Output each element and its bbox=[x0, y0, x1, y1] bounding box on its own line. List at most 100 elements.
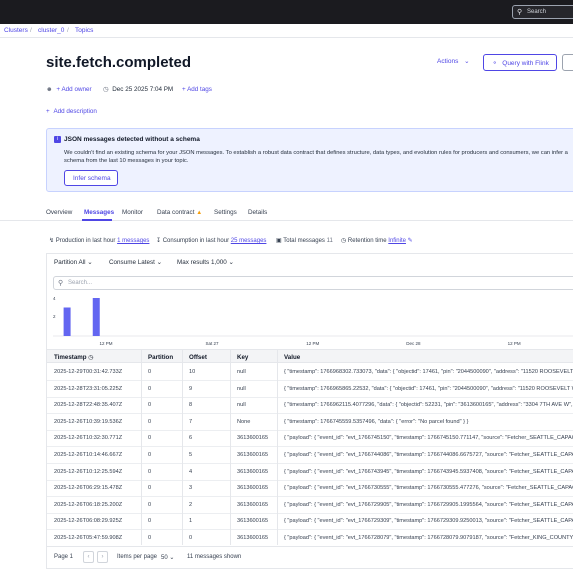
chart-bar[interactable] bbox=[63, 307, 71, 337]
next-page-button[interactable]: › bbox=[97, 551, 108, 563]
cell-offset: 7 bbox=[189, 418, 193, 425]
created-date: ◷ Dec 25 2025 7:04 PM bbox=[103, 86, 173, 93]
add-tags-button[interactable]: + Add tags bbox=[182, 86, 212, 93]
cell-timestamp: 2025-12-26T10:12:25.594Z bbox=[54, 468, 123, 475]
more-button[interactable] bbox=[562, 54, 573, 71]
created-date-label: Dec 25 2025 7:04 PM bbox=[112, 86, 174, 93]
cell-value: { "timestamp": 1766965865.22532, "data":… bbox=[284, 385, 573, 392]
column-value[interactable]: Value bbox=[284, 354, 300, 361]
tab-settings[interactable]: Settings bbox=[214, 209, 237, 216]
retention-link[interactable]: Infinite bbox=[388, 238, 406, 244]
table-row[interactable]: 2025-12-26T10:12:25.594Z 0 4 3613600165 { "p… bbox=[47, 463, 573, 481]
prev-page-button[interactable]: ‹ bbox=[83, 551, 94, 563]
cell-timestamp: 2025-12-26T10:14:46.667Z bbox=[54, 452, 123, 458]
search-icon: ⚲ bbox=[58, 280, 64, 287]
table-row[interactable]: 2025-12-28T22:48:35.407Z 0 8 null { "timesta… bbox=[47, 396, 573, 415]
user-icon: ☻ bbox=[46, 86, 53, 93]
actions-button[interactable]: Actions ⌄ bbox=[437, 57, 470, 65]
cell-offset: 4 bbox=[189, 468, 193, 475]
cell-offset: 2 bbox=[189, 501, 193, 508]
consume-filter[interactable]: Consume Latest ⌄ bbox=[109, 259, 162, 266]
table-row[interactable]: 2025-12-26T06:29:15.478Z 0 3 3613600165 { "p… bbox=[47, 479, 573, 498]
breadcrumb-clusters[interactable]: Clusters bbox=[4, 27, 28, 34]
tab-data-contract[interactable]: Data contract ▲ bbox=[157, 209, 202, 216]
cell-key: 3613600165 bbox=[237, 518, 269, 525]
global-search-placeholder: Search bbox=[527, 9, 547, 15]
global-search-input[interactable]: ⚲ Search bbox=[512, 5, 573, 19]
table-row[interactable]: 2025-12-29T00:31:42.733Z 0 10 null { "timest… bbox=[47, 363, 573, 381]
cell-key: 3613600165 bbox=[237, 452, 269, 458]
cell-offset: 6 bbox=[189, 435, 193, 442]
tab-monitor[interactable]: Monitor bbox=[122, 209, 143, 216]
table-row[interactable]: 2025-12-28T23:31:05.225Z 0 9 null { "timesta… bbox=[47, 380, 573, 398]
cell-value: { "timestamp": 1766745559.5357496, "data… bbox=[284, 418, 469, 425]
cell-partition: 0 bbox=[148, 385, 152, 392]
actions-label: Actions bbox=[437, 58, 459, 65]
table-row[interactable]: 2025-12-26T06:08:29.925Z 0 1 3613600165 { "p… bbox=[47, 512, 573, 531]
column-partition[interactable]: Partition bbox=[148, 354, 173, 361]
table-row[interactable]: 2025-12-26T05:47:59.908Z 0 0 3613600165 { "p… bbox=[47, 529, 573, 547]
add-description-button[interactable]: + Add description bbox=[46, 108, 97, 115]
cell-key: null bbox=[237, 402, 246, 409]
cell-key: null bbox=[237, 369, 246, 375]
column-offset[interactable]: Offset bbox=[189, 354, 207, 361]
cell-timestamp: 2025-12-26T06:18:25.200Z bbox=[54, 501, 123, 508]
tab-details[interactable]: Details bbox=[248, 209, 267, 216]
column-key[interactable]: Key bbox=[237, 354, 248, 361]
chevron-down-icon: ⌄ bbox=[87, 259, 93, 266]
table-row[interactable]: 2025-12-26T06:18:25.200Z 0 2 3613600165 { "p… bbox=[47, 496, 573, 514]
active-tab-indicator bbox=[82, 219, 112, 221]
cell-value: { "payload": { "event_id": "evt_17667451… bbox=[284, 435, 573, 442]
table-header: Timestamp ◷ Partition Offset Key Value bbox=[47, 349, 573, 363]
add-owner-button[interactable]: ☻ + Add owner bbox=[46, 86, 92, 93]
plus-icon: + bbox=[46, 108, 50, 115]
production-icon: ↯ bbox=[49, 238, 55, 244]
consumption-link[interactable]: 25 messages bbox=[231, 238, 267, 244]
retention-stat: ◷ Retention time Infinite ✎ bbox=[341, 237, 413, 244]
messages-icon: ▣ bbox=[276, 238, 282, 244]
message-search-input[interactable]: ⚲ Search... bbox=[53, 276, 573, 290]
chevron-down-icon: ⌄ bbox=[228, 259, 234, 266]
infer-schema-button[interactable]: Infer schema bbox=[64, 170, 118, 186]
cell-value: { "payload": { "event_id": "evt_17667439… bbox=[284, 468, 573, 475]
messages-panel: Partition All ⌄ Consume Latest ⌄ Max res… bbox=[46, 253, 573, 569]
cell-partition: 0 bbox=[148, 518, 152, 525]
cell-partition: 0 bbox=[148, 452, 152, 458]
search-icon: ⚲ bbox=[517, 9, 523, 16]
max-results-filter[interactable]: Max results 1,000 ⌄ bbox=[177, 259, 234, 266]
warning-icon: ▲ bbox=[196, 210, 203, 216]
flink-icon: ⚬ bbox=[492, 60, 498, 67]
chart-bar[interactable] bbox=[92, 298, 100, 336]
x-tick-label: Sat 27 bbox=[205, 341, 219, 346]
cell-key: None bbox=[237, 418, 251, 425]
items-per-page-select[interactable]: 50 ⌄ bbox=[161, 554, 174, 561]
breadcrumb-separator: / bbox=[67, 27, 69, 34]
table-row[interactable]: 2025-12-26T10:14:46.667Z 0 5 3613600165 { "p… bbox=[47, 446, 573, 464]
items-per-page-value: 50 bbox=[161, 555, 168, 561]
table-row[interactable]: 2025-12-26T10:39:19.536Z 0 7 None { "timesta… bbox=[47, 413, 573, 431]
consume-value: Latest bbox=[137, 259, 155, 266]
column-divider bbox=[277, 349, 278, 545]
query-with-flink-button[interactable]: ⚬ Query with Flink bbox=[483, 54, 557, 71]
plus-icon: + bbox=[56, 86, 61, 93]
partition-filter[interactable]: Partition All ⌄ bbox=[54, 259, 93, 266]
total-messages-value: 11 bbox=[326, 238, 333, 244]
production-link[interactable]: 1 messages bbox=[117, 238, 149, 244]
cell-timestamp: 2025-12-28T23:31:05.225Z bbox=[54, 385, 123, 392]
cell-value: { "payload": { "event_id": "evt_17667440… bbox=[284, 452, 573, 458]
edit-icon[interactable]: ✎ bbox=[408, 238, 413, 244]
breadcrumb-cluster[interactable]: cluster_0 bbox=[38, 27, 64, 34]
cell-key: 3613600165 bbox=[237, 535, 269, 541]
top-bar: ⚲ Search bbox=[0, 0, 573, 24]
cell-timestamp: 2025-12-26T05:47:59.908Z bbox=[54, 535, 123, 541]
tab-messages[interactable]: Messages bbox=[84, 209, 114, 216]
column-timestamp[interactable]: Timestamp ◷ bbox=[54, 354, 94, 361]
messages-chart: 4 2 12 PM Sat 27 12 PM Dec 28 12 PM bbox=[53, 296, 573, 346]
table-row[interactable]: 2025-12-26T10:32:30.771Z 0 6 3613600165 { "p… bbox=[47, 429, 573, 448]
x-tick-label: 12 PM bbox=[306, 341, 319, 346]
breadcrumb-topics[interactable]: Topics bbox=[75, 27, 93, 34]
tab-overview[interactable]: Overview bbox=[46, 209, 72, 216]
info-icon: i bbox=[54, 136, 61, 143]
cell-value: { "payload": { "event_id": "evt_17667293… bbox=[284, 518, 573, 525]
schema-banner: i JSON messages detected without a schem… bbox=[46, 128, 573, 192]
